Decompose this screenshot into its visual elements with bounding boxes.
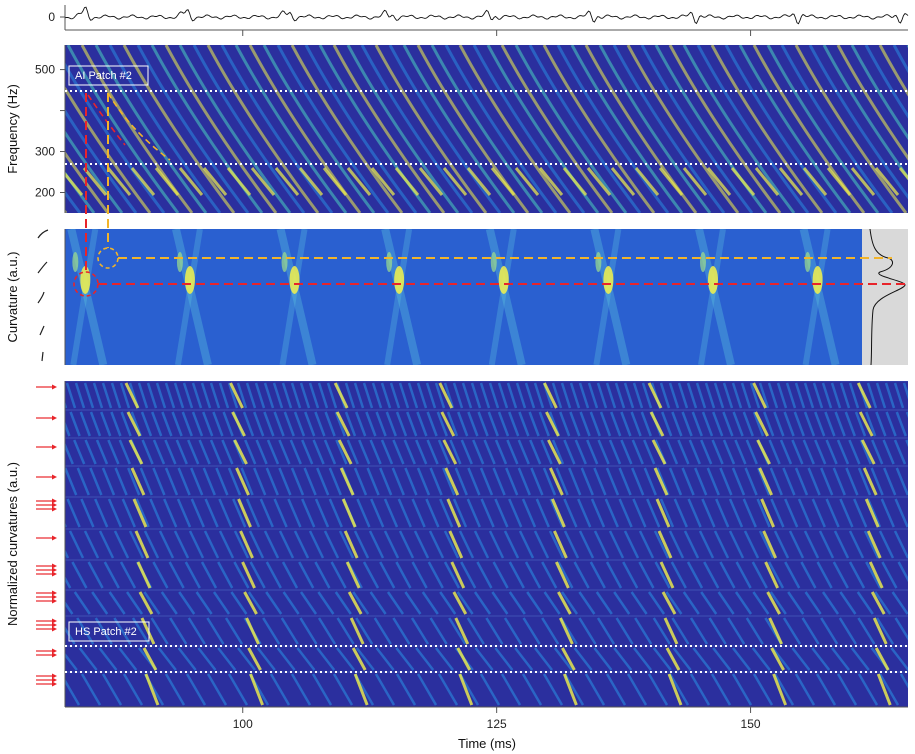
band-stripe — [909, 468, 915, 495]
curvature-peak — [490, 252, 497, 272]
normalized-curvatures-panel: Normalized curvatures (a.u.) HS Patch #2 — [5, 381, 915, 707]
red-arrow-head — [52, 677, 57, 683]
curvature-glyph — [37, 261, 48, 274]
band-stripe — [40, 499, 52, 527]
spectrogram-ytick-label: 200 — [35, 186, 55, 200]
hs-patch-label: HS Patch #2 — [75, 626, 137, 638]
curvature-peak — [699, 252, 706, 272]
curvature-peak — [176, 252, 183, 272]
red-arrow-markers — [36, 384, 57, 687]
red-arrow-head — [52, 571, 57, 577]
red-arrow-head — [52, 384, 57, 390]
red-arrow-head — [52, 502, 57, 508]
red-arrow-head — [52, 415, 57, 421]
red-arrow-head — [52, 594, 57, 600]
curvature-peak — [603, 266, 614, 294]
red-arrow-head — [52, 652, 57, 658]
band-stripe — [910, 531, 915, 558]
curvature-peak — [184, 266, 195, 294]
band-stripe — [40, 412, 49, 436]
curvature-peak — [386, 252, 393, 272]
spectrogram-ytick-label: 500 — [35, 63, 55, 77]
band-stripe — [909, 499, 915, 527]
curvature-peak — [281, 252, 288, 272]
band-stripe — [40, 440, 50, 464]
red-arrow-head — [52, 535, 57, 541]
spectrogram-ytick-label: 300 — [35, 145, 55, 159]
red-arrow-head — [52, 474, 57, 480]
band-stripe — [50, 412, 59, 436]
curvature-ylabel: Curvature (a.u.) — [5, 251, 20, 342]
curvature-peak — [394, 266, 405, 294]
figure: 0 500 300 200 Frequency (Hz) AI Patch #2 C… — [5, 5, 915, 751]
x-tick-label: 100 — [233, 717, 253, 731]
red-arrow-head — [52, 563, 57, 569]
curvature-peak — [804, 252, 811, 272]
red-arrow-head — [52, 618, 57, 624]
curvature-peak — [595, 252, 602, 272]
waveform-ytick-label: 0 — [48, 10, 55, 24]
curvature-glyph — [37, 229, 49, 239]
red-arrow-head — [52, 598, 57, 604]
red-arrow-head — [52, 681, 57, 687]
curvature-peak — [707, 266, 718, 294]
band-stripe — [905, 411, 908, 419]
red-arrow-head — [52, 622, 57, 628]
curvature-peak — [498, 266, 509, 294]
curvature-glyph — [37, 291, 45, 304]
curvature-glyph — [41, 351, 44, 362]
band-stripe — [51, 440, 61, 464]
red-arrow-head — [52, 626, 57, 632]
normalized-ylabel: Normalized curvatures (a.u.) — [5, 462, 20, 626]
x-tick-label: 150 — [741, 717, 761, 731]
band-stripe — [65, 521, 67, 528]
curvature-peak — [72, 252, 79, 272]
spectrogram-harmonic — [906, 45, 908, 49]
curvature-peak — [812, 266, 823, 294]
red-arrow-head — [52, 506, 57, 512]
red-arrow-head — [52, 498, 57, 504]
band-stripe — [40, 531, 53, 558]
band-stripe — [40, 674, 58, 705]
ai-patch-label: AI Patch #2 — [75, 70, 132, 82]
curvature-ytick-glyphs — [37, 229, 49, 362]
red-arrow-head — [52, 444, 57, 450]
red-arrow-head — [52, 673, 57, 679]
red-arrow-head — [52, 567, 57, 573]
band-stripe — [40, 468, 51, 495]
x-tick-label: 125 — [487, 717, 507, 731]
band-stripe — [911, 648, 915, 670]
curvature-peak — [80, 266, 91, 294]
band-stripe — [53, 468, 64, 495]
red-arrow-head — [52, 648, 57, 654]
band-stripe — [910, 592, 915, 614]
spectrogram-panel: 500 300 200 Frequency (Hz) AI Patch #2 — [5, 45, 908, 213]
spectrogram-yticks: 500 300 200 — [35, 63, 65, 200]
waveform-panel: 0 — [48, 5, 909, 31]
spectrogram-ylabel: Frequency (Hz) — [5, 84, 20, 174]
curvature-peak — [289, 266, 300, 294]
red-arrow-head — [52, 590, 57, 596]
waveform-trace — [64, 6, 909, 25]
curvature-glyph — [39, 325, 45, 336]
x-axis-label: Time (ms) — [458, 736, 516, 751]
